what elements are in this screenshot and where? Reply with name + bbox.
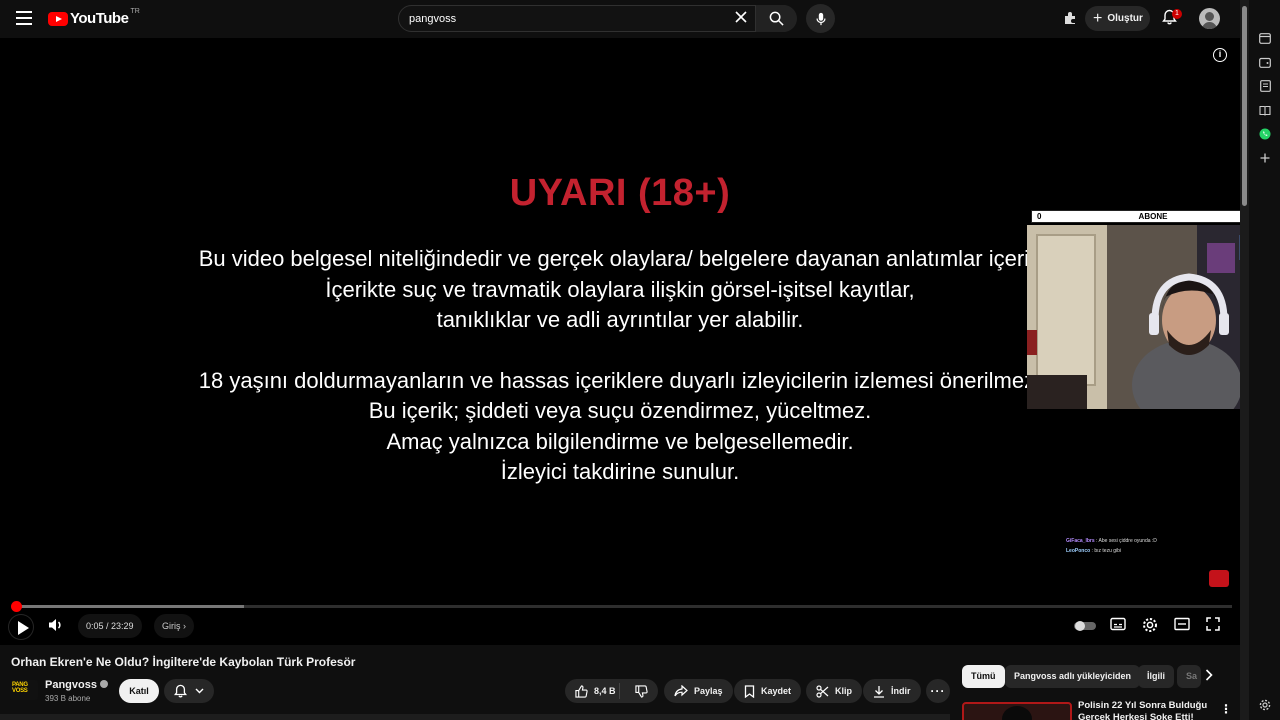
settings-icon[interactable] <box>1142 617 1158 638</box>
more-vertical-icon[interactable]: ⋮ <box>1220 702 1232 716</box>
chat-message: LeoPonco : bız tezu gibi <box>1066 548 1122 554</box>
thumbs-up-icon <box>575 684 588 698</box>
chapter-button[interactable]: Giriş › <box>154 614 195 638</box>
youtube-play-icon <box>48 11 68 26</box>
subscriber-goal-bar: ABONE 0 15 <box>1031 210 1240 223</box>
search-icon <box>769 11 784 26</box>
join-button[interactable]: Katıl <box>119 679 159 703</box>
clip-label: Klip <box>835 686 852 696</box>
channel-name-text[interactable]: Pangvoss <box>45 679 97 691</box>
clear-search-icon[interactable] <box>735 10 747 28</box>
search-box <box>398 5 797 32</box>
bell-icon <box>174 684 187 698</box>
microphone-icon <box>815 12 826 25</box>
autoplay-toggle[interactable] <box>1074 619 1096 637</box>
share-icon <box>674 685 688 697</box>
webcam-overlay <box>1027 225 1240 409</box>
streamer-webcam-image <box>1027 225 1240 409</box>
like-dislike-group: 8,4 B <box>565 679 658 703</box>
sidebar-settings-icon[interactable] <box>1258 698 1272 712</box>
whatsapp-icon[interactable] <box>1258 127 1272 141</box>
download-button[interactable]: İndir <box>863 679 921 703</box>
create-button[interactable]: + Oluştur <box>1085 6 1150 31</box>
video-title: Orhan Ekren'e Ne Oldu? İngiltere'de Kayb… <box>11 655 356 669</box>
warning-line: Amaç yalnızca bilgilendirme ve belgesell… <box>386 428 854 454</box>
notes-icon[interactable] <box>1258 79 1272 93</box>
volume-icon[interactable] <box>47 617 65 638</box>
voice-search-button[interactable] <box>806 4 835 33</box>
reading-list-icon[interactable] <box>1258 103 1272 117</box>
account-avatar[interactable] <box>1199 8 1220 29</box>
fullscreen-icon[interactable] <box>1206 617 1220 636</box>
progress-buffered <box>12 605 244 608</box>
chip-partial[interactable]: Sa <box>1177 665 1201 688</box>
logo-text: YouTube <box>70 10 129 27</box>
warning-line: İzleyici takdirine sunulur. <box>500 459 740 484</box>
goal-label: ABONE <box>1138 212 1168 221</box>
notification-badge: 1 <box>1172 9 1182 19</box>
goal-start: 0 <box>1037 212 1042 221</box>
share-label: Paylaş <box>694 686 723 696</box>
youtube-logo[interactable]: YouTube TR <box>48 8 140 27</box>
chip-from-uploader[interactable]: Pangvoss adlı yükleyiciden <box>1005 665 1141 688</box>
plus-icon: + <box>1093 9 1103 27</box>
youtube-watermark-icon <box>1209 570 1229 587</box>
theater-mode-icon[interactable] <box>1174 617 1190 636</box>
masthead: YouTube TR + Oluştur 1 <box>0 0 1240 38</box>
download-label: İndir <box>891 686 911 696</box>
video-player[interactable]: UYARI (18+) Bu video belgesel niteliğind… <box>0 38 1240 645</box>
time-display: 0:05 / 23:29 <box>78 614 142 638</box>
chevron-right-icon: › <box>183 621 187 631</box>
extension-icon[interactable] <box>1063 11 1077 30</box>
channel-avatar[interactable]: PANG VOSS <box>10 680 38 700</box>
save-button[interactable]: Kaydet <box>734 679 802 703</box>
info-icon[interactable]: i <box>1213 48 1227 62</box>
bookmark-icon <box>744 684 755 698</box>
more-actions-button[interactable]: ··· <box>926 679 950 703</box>
add-sidebar-app-icon[interactable] <box>1258 151 1272 165</box>
create-label: Oluştur <box>1107 13 1143 24</box>
clip-button[interactable]: Klip <box>806 679 862 703</box>
recommendation-title[interactable]: Polisin 22 Yıl Sonra Bulduğu Gerçek Herk… <box>1078 700 1208 720</box>
play-button[interactable] <box>8 614 34 640</box>
chevron-right-icon[interactable] <box>1205 669 1213 684</box>
like-count: 8,4 B <box>594 686 616 696</box>
menu-icon[interactable] <box>16 11 32 25</box>
progress-bar[interactable] <box>11 601 1232 612</box>
like-button[interactable]: 8,4 B <box>565 683 620 699</box>
chat-message: GiFaca_lbrs : Abe sesi çiddre oyunda :D <box>1066 538 1157 544</box>
channel-avatar-text: PANG VOSS <box>12 682 28 694</box>
chat-overlay: GiFaca_lbrs : Abe sesi çiddre oyunda :D … <box>1066 536 1157 556</box>
dislike-button[interactable] <box>626 684 658 698</box>
chip-related[interactable]: İlgili <box>1138 665 1174 688</box>
subscriber-count: 393 B abone <box>45 694 91 703</box>
scrollbar-thumb[interactable] <box>1242 6 1247 206</box>
chapter-label: Giriş <box>162 621 181 631</box>
subscription-notifications-button[interactable] <box>164 679 214 703</box>
subtitles-icon[interactable] <box>1110 617 1126 636</box>
horizontal-scrollbar[interactable] <box>0 714 950 720</box>
share-button[interactable]: Paylaş <box>664 679 733 703</box>
save-label: Kaydet <box>761 686 792 696</box>
channel-name[interactable]: Pangvoss <box>45 679 108 691</box>
search-input[interactable] <box>409 12 729 25</box>
search-button[interactable] <box>755 5 797 32</box>
warning-title: UYARI (18+) <box>509 172 731 214</box>
thumbs-down-icon <box>635 684 648 698</box>
chevron-down-icon <box>195 688 204 694</box>
browser-sidebar-tab-icon[interactable] <box>1258 31 1272 45</box>
wallet-icon[interactable] <box>1258 55 1272 69</box>
logo-region: TR <box>130 8 140 15</box>
verified-icon <box>99 680 108 688</box>
more-horizontal-icon: ··· <box>930 684 946 698</box>
download-icon <box>874 685 884 698</box>
chip-all[interactable]: Tümü <box>962 665 1005 688</box>
scissors-icon <box>816 684 829 698</box>
recommendation-thumbnail[interactable] <box>962 702 1072 720</box>
